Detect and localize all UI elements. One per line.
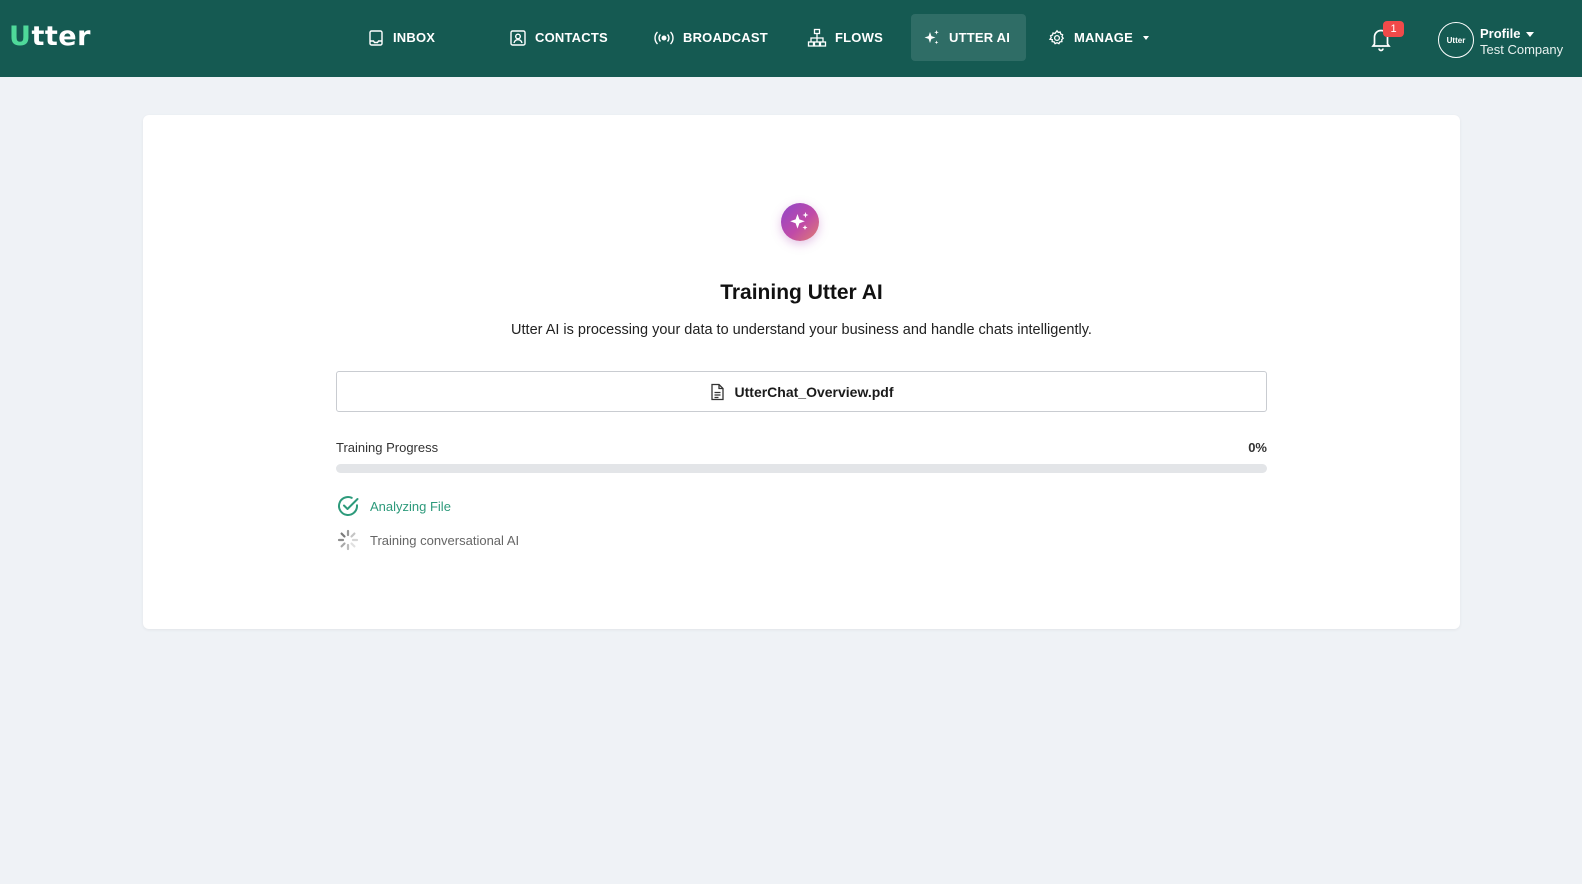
ai-badge (781, 203, 819, 241)
profile-label-row: Profile (1480, 26, 1563, 42)
training-file: UtterChat_Overview.pdf (336, 371, 1267, 412)
gear-icon (1048, 29, 1065, 44)
notification-badge: 1 (1383, 21, 1404, 37)
nav-broadcast-label: BROADCAST (683, 30, 768, 45)
sparkles-icon (924, 29, 939, 44)
page-description: Utter AI is processing your data to unde… (511, 322, 1092, 338)
profile-label: Profile (1480, 26, 1521, 41)
nav-utter-ai[interactable]: UTTER AI (911, 14, 1026, 61)
nav-broadcast[interactable]: BROADCAST (641, 14, 780, 61)
top-navigation-bar: Utter INBOX CONTACTS BROADCAST FLOWS UTT… (0, 0, 1582, 77)
profile-menu[interactable]: Profile Test Company (1480, 26, 1563, 57)
step-label: Training conversational AI (370, 532, 520, 548)
nav-utter-ai-label: UTTER AI (949, 30, 1011, 45)
logo-text: tter (31, 21, 91, 52)
step-label: Analyzing File (370, 498, 451, 514)
file-name: UtterChat_Overview.pdf (734, 383, 894, 400)
progress-label: Training Progress (336, 440, 439, 455)
training-card: Training Utter AI Utter AI is processing… (143, 115, 1460, 629)
chevron-down-icon (1142, 35, 1149, 40)
avatar[interactable]: Utter (1438, 22, 1474, 58)
nav-flows-label: FLOWS (835, 30, 883, 45)
sparkles-icon (790, 212, 809, 230)
flows-icon (807, 28, 827, 47)
progress-bar (336, 464, 1267, 473)
inbox-icon (369, 29, 383, 46)
nav-inbox-label: INBOX (393, 30, 436, 45)
loading-spinner-icon (337, 529, 359, 551)
nav-contacts[interactable]: CONTACTS (497, 14, 620, 61)
progress-percent: 0% (1248, 440, 1267, 455)
utter-logo[interactable]: Utter (9, 20, 91, 54)
broadcast-icon (654, 31, 674, 44)
contacts-icon (510, 29, 526, 46)
nav-inbox[interactable]: INBOX (355, 14, 447, 61)
company-name: Test Company (1480, 42, 1564, 57)
nav-flows[interactable]: FLOWS (795, 14, 895, 61)
step-analyzing-file: Analyzing File (336, 494, 451, 518)
document-icon (710, 383, 724, 400)
chevron-down-icon (1526, 31, 1535, 37)
check-circle-icon (338, 496, 359, 516)
logo-letter-u: U (9, 21, 32, 52)
nav-manage-label: MANAGE (1074, 30, 1133, 45)
step-training-ai: Training conversational AI (336, 528, 519, 552)
nav-contacts-label: CONTACTS (535, 30, 608, 45)
page-title: Training Utter AI (720, 281, 883, 304)
nav-manage[interactable]: MANAGE (1036, 14, 1161, 61)
